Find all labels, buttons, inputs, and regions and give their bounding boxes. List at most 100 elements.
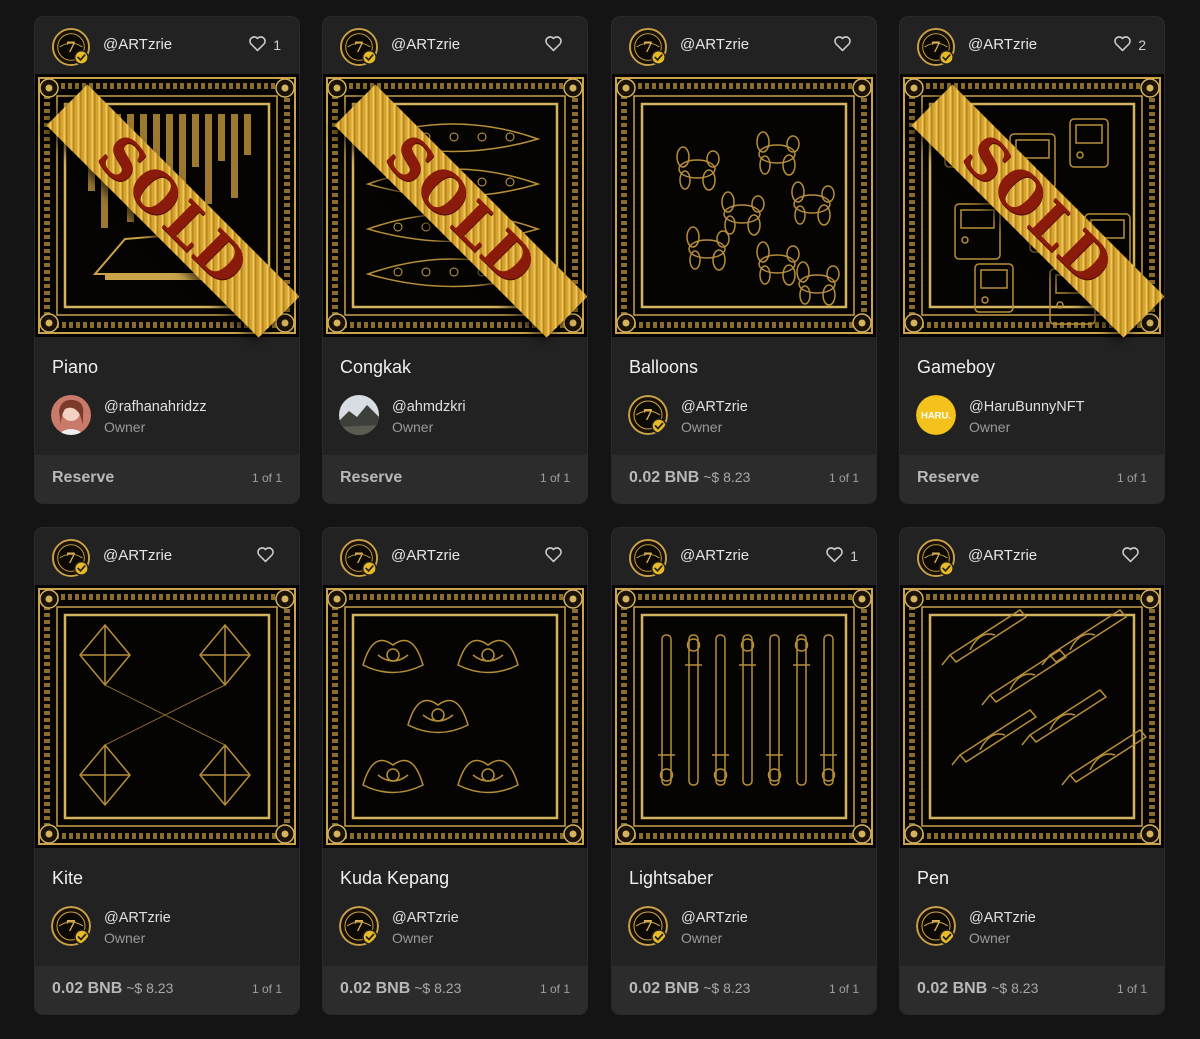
heart-icon (825, 546, 844, 566)
nft-card[interactable]: 7 @ARTzrie SOLD Congkak @ahmdzkri Owner … (323, 17, 587, 503)
edition-count: 1 of 1 (1116, 982, 1147, 996)
owner-avatar[interactable]: 7 (339, 906, 379, 946)
creator-name[interactable]: @ARTzrie (968, 547, 1037, 564)
svg-text:7: 7 (643, 40, 653, 56)
owner-name[interactable]: @ARTzrie (969, 910, 1036, 926)
usd-value: ~$ 8.23 (126, 980, 174, 996)
artwork-image[interactable] (35, 585, 299, 848)
creator-avatar[interactable]: 7 (340, 28, 378, 66)
creator-name[interactable]: @ARTzrie (680, 36, 749, 53)
creator-name[interactable]: @ARTzrie (391, 36, 460, 53)
artwork-title[interactable]: Pen (917, 868, 949, 889)
card-footer: 0.02 BNB ~$ 8.23 1 of 1 (35, 966, 299, 1014)
owner-name[interactable]: @HaruBunnyNFT (969, 399, 1084, 415)
like-button[interactable]: 2 (1113, 35, 1146, 55)
heart-icon (248, 35, 267, 55)
artwork-title[interactable]: Kite (52, 868, 83, 889)
card-footer: Reserve 1 of 1 (323, 455, 587, 503)
creator-avatar[interactable]: 7 (340, 539, 378, 577)
like-button[interactable]: 1 (825, 546, 858, 566)
creator-avatar[interactable]: 7 (917, 539, 955, 577)
artwork-image[interactable] (612, 585, 876, 848)
owner-avatar[interactable]: 7 (628, 906, 668, 946)
artwork-image[interactable] (323, 585, 587, 848)
nft-card[interactable]: 7 @ARTzrie Pen 7 @ARTzrie Owner 0.02 BNB… (900, 528, 1164, 1014)
like-button[interactable] (256, 546, 281, 566)
like-button[interactable] (1121, 546, 1146, 566)
svg-text:7: 7 (354, 40, 364, 56)
creator-avatar[interactable]: 7 (52, 28, 90, 66)
price-value: Reserve (340, 469, 403, 486)
price-label: Reserve (340, 469, 402, 487)
owner-name[interactable]: @ARTzrie (104, 910, 171, 926)
owner-role-label: Owner (969, 930, 1011, 946)
svg-text:7: 7 (354, 917, 364, 935)
artwork-image[interactable]: SOLD (900, 74, 1164, 338)
artwork-title[interactable]: Gameboy (917, 357, 995, 378)
heart-icon (544, 546, 563, 566)
owner-name[interactable]: @ARTzrie (681, 399, 748, 415)
artwork-image[interactable]: SOLD (35, 74, 299, 338)
owner-name[interactable]: @ARTzrie (681, 910, 748, 926)
like-button[interactable] (833, 35, 858, 55)
price-label: 0.02 BNB ~$ 8.23 (629, 980, 750, 998)
card-header: 7 @ARTzrie 1 (612, 528, 876, 585)
like-button[interactable]: 1 (248, 35, 281, 55)
artwork-title[interactable]: Balloons (629, 357, 698, 378)
owner-avatar[interactable]: 7 (628, 395, 668, 435)
like-count: 2 (1138, 37, 1146, 53)
price-value: 0.02 BNB (52, 980, 123, 997)
edition-count: 1 of 1 (1116, 471, 1147, 485)
owner-name[interactable]: @ahmdzkri (392, 399, 466, 415)
owner-avatar[interactable]: 7 (916, 906, 956, 946)
price-value: Reserve (917, 469, 980, 486)
artwork-image[interactable]: SOLD (323, 74, 587, 338)
owner-name[interactable]: @ARTzrie (392, 910, 459, 926)
owner-avatar[interactable] (339, 395, 379, 435)
nft-card[interactable]: 7 @ARTzrie Kite 7 @ARTzrie Owner 0.02 BN… (35, 528, 299, 1014)
card-header: 7 @ARTzrie (323, 528, 587, 585)
creator-name[interactable]: @ARTzrie (103, 36, 172, 53)
owner-avatar[interactable] (51, 395, 91, 435)
like-button[interactable] (544, 546, 569, 566)
creator-name[interactable]: @ARTzrie (680, 547, 749, 564)
artwork-title[interactable]: Lightsaber (629, 868, 713, 889)
card-footer: 0.02 BNB ~$ 8.23 1 of 1 (900, 966, 1164, 1014)
price-label: 0.02 BNB ~$ 8.23 (340, 980, 461, 998)
nft-card[interactable]: 7 @ARTzrie 2 SOLD Gameboy HARU. @HaruBun… (900, 17, 1164, 503)
owner-role-label: Owner (392, 930, 434, 946)
creator-name[interactable]: @ARTzrie (968, 36, 1037, 53)
card-header: 7 @ARTzrie (35, 528, 299, 585)
edition-count: 1 of 1 (828, 982, 859, 996)
artwork-image[interactable] (612, 74, 876, 337)
nft-card[interactable]: 7 @ARTzrie Kuda Kepang 7 @ARTzrie Owner (323, 528, 587, 1014)
creator-avatar[interactable]: 7 (52, 539, 90, 577)
owner-avatar[interactable]: HARU. (916, 395, 956, 435)
owner-name[interactable]: @rafhanahridzz (104, 399, 207, 415)
price-label: 0.02 BNB ~$ 8.23 (629, 469, 750, 487)
owner-avatar[interactable]: 7 (51, 906, 91, 946)
card-footer: 0.02 BNB ~$ 8.23 1 of 1 (612, 455, 876, 503)
card-footer: Reserve 1 of 1 (900, 455, 1164, 503)
creator-avatar[interactable]: 7 (629, 28, 667, 66)
artwork-title[interactable]: Congkak (340, 357, 411, 378)
like-button[interactable] (544, 35, 569, 55)
creator-avatar[interactable]: 7 (629, 539, 667, 577)
creator-name[interactable]: @ARTzrie (391, 547, 460, 564)
usd-value: ~$ 8.23 (703, 980, 751, 996)
owner-role-label: Owner (104, 419, 146, 435)
creator-name[interactable]: @ARTzrie (103, 547, 172, 564)
edition-count: 1 of 1 (539, 471, 570, 485)
heart-icon (1121, 546, 1140, 566)
svg-text:7: 7 (643, 917, 653, 935)
heart-icon (833, 35, 852, 55)
nft-card[interactable]: 7 @ARTzrie 1 Lightsaber 7 @ARTzrie Owner (612, 528, 876, 1014)
artwork-image[interactable] (900, 585, 1164, 848)
nft-card[interactable]: 7 @ARTzrie 1 SOLD Piano @rafhanahridzz O… (35, 17, 299, 503)
artwork-title[interactable]: Kuda Kepang (340, 868, 449, 889)
nft-card[interactable]: 7 @ARTzrie Balloons 7 @ARTzrie Owner 0.0… (612, 17, 876, 503)
creator-avatar[interactable]: 7 (917, 28, 955, 66)
artwork-title[interactable]: Piano (52, 357, 98, 378)
edition-count: 1 of 1 (828, 471, 859, 485)
price-value: 0.02 BNB (629, 980, 700, 997)
